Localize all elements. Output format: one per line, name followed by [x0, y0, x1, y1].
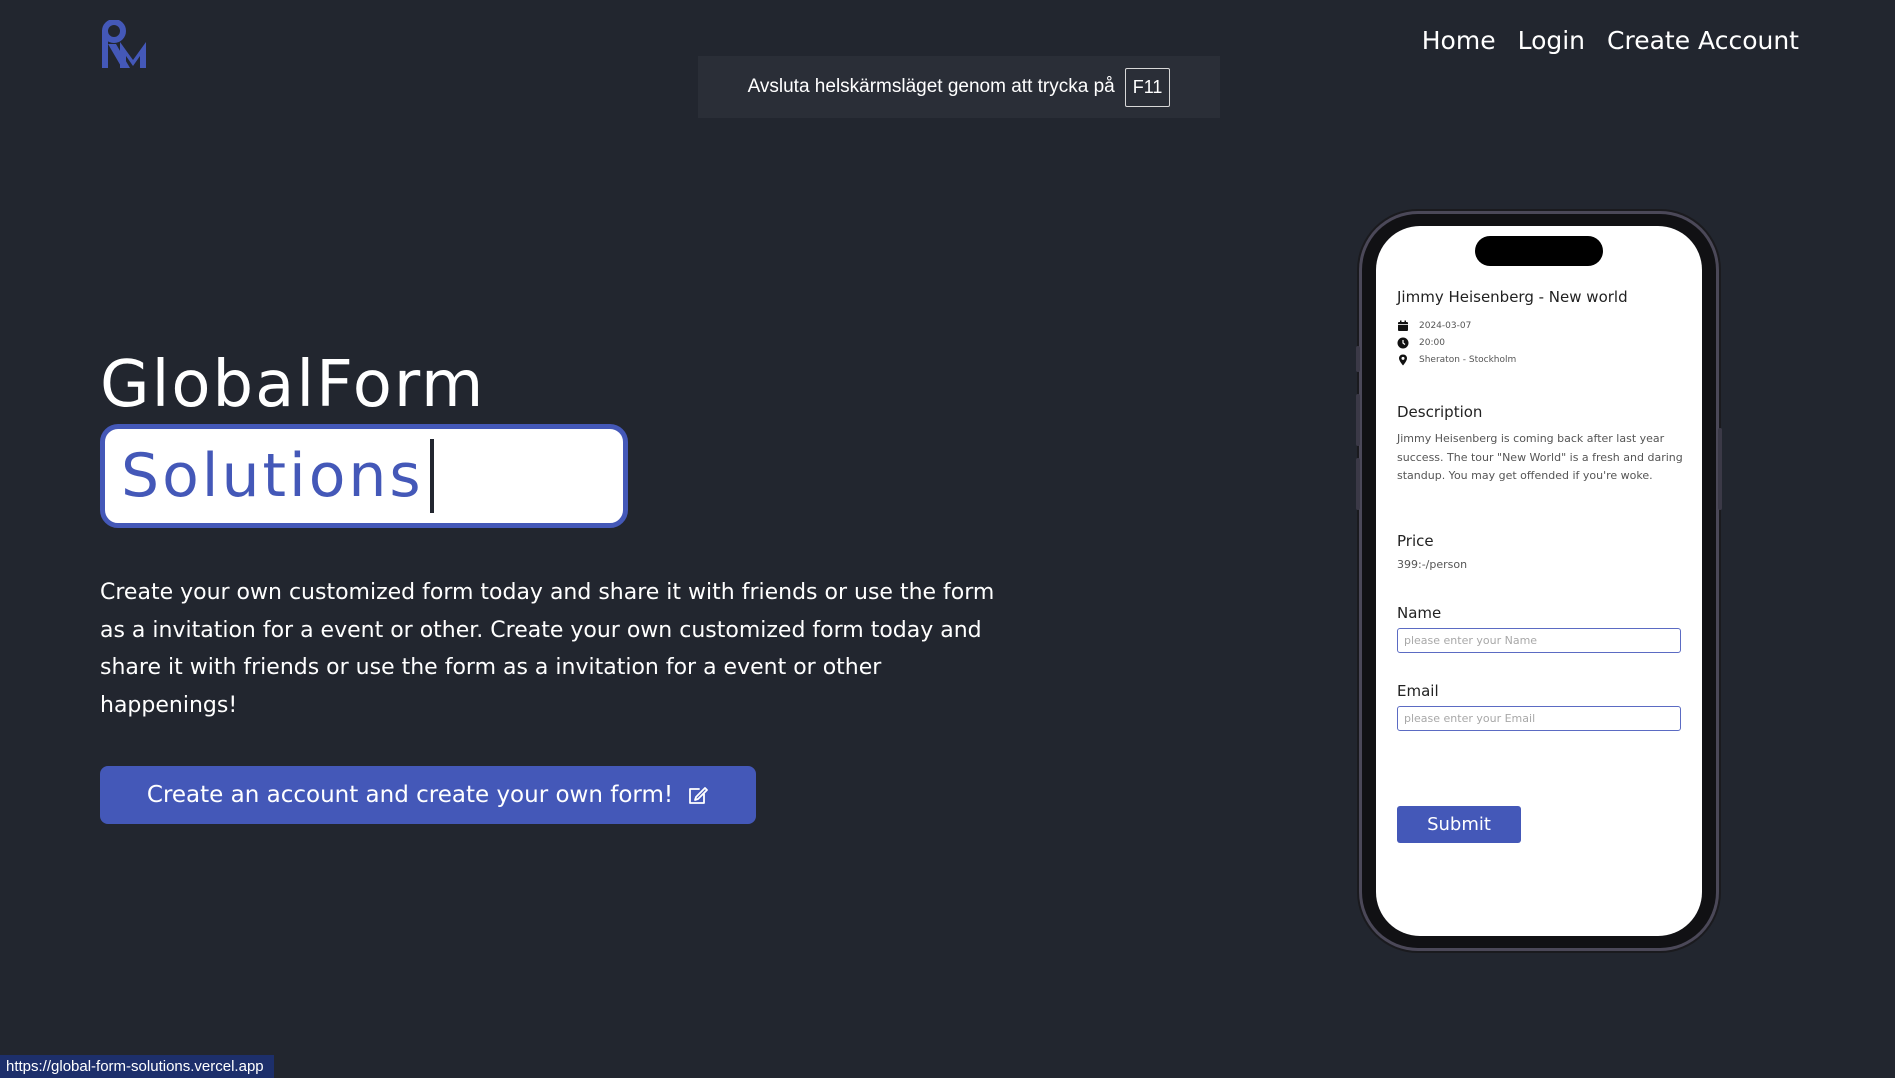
status-bar-url: https://global-form-solutions.vercel.app [0, 1055, 274, 1078]
phone-side-button [1718, 428, 1722, 510]
phone-side-button [1356, 458, 1360, 510]
name-input[interactable] [1397, 628, 1681, 653]
hero-title: GlobalForm [100, 348, 486, 422]
typed-word-box: Solutions [100, 424, 628, 528]
phone-notch [1475, 236, 1603, 266]
nav-login-link[interactable]: Login [1518, 26, 1585, 55]
logo[interactable] [100, 19, 146, 70]
location-pin-icon [1399, 354, 1407, 365]
rm-logo-icon [102, 19, 146, 68]
price-value: 399:-/person [1397, 558, 1468, 571]
event-date-row: 2024-03-07 [1397, 319, 1516, 332]
phone-side-button [1356, 394, 1360, 446]
event-location-row: Sheraton - Stockholm [1397, 353, 1516, 366]
email-input[interactable] [1397, 706, 1681, 731]
phone-side-button [1356, 346, 1360, 372]
event-title: Jimmy Heisenberg - New world [1397, 288, 1628, 306]
email-label: Email [1397, 682, 1439, 700]
event-date: 2024-03-07 [1419, 320, 1472, 331]
fullscreen-banner-message: Avsluta helskärmsläget genom att trycka … [747, 76, 1115, 97]
create-account-cta-button[interactable]: Create an account and create your own fo… [100, 766, 756, 824]
event-meta: 2024-03-07 20:00 Sheraton - Stockholm [1397, 319, 1516, 366]
price-label: Price [1397, 532, 1434, 550]
description-text: Jimmy Heisenberg is coming back after la… [1397, 432, 1683, 482]
clock-icon [1397, 337, 1409, 348]
edit-icon [689, 787, 709, 804]
description-label: Description [1397, 403, 1483, 421]
event-location: Sheraton - Stockholm [1419, 354, 1517, 365]
event-time-row: 20:00 [1397, 336, 1516, 349]
event-time: 20:00 [1419, 337, 1445, 348]
text-caret [429, 439, 434, 513]
phone-mockup: Jimmy Heisenberg - New world 2024-03-07 … [1356, 214, 1722, 948]
fullscreen-key-badge: F11 [1124, 67, 1171, 107]
cta-label: Create an account and create your own fo… [146, 782, 674, 808]
phone-screen: Jimmy Heisenberg - New world 2024-03-07 … [1376, 226, 1702, 936]
typed-word: Solutions [121, 441, 424, 511]
hero-description: Create your own customized form today an… [100, 580, 995, 718]
nav-home-link[interactable]: Home [1422, 26, 1496, 55]
calendar-icon [1398, 320, 1408, 331]
nav-create-account-link[interactable]: Create Account [1607, 26, 1799, 55]
name-label: Name [1397, 604, 1442, 622]
submit-button[interactable]: Submit [1397, 806, 1521, 843]
fullscreen-exit-banner: Avsluta helskärmsläget genom att trycka … [698, 56, 1220, 118]
top-nav: Home Login Create Account [1422, 26, 1799, 55]
